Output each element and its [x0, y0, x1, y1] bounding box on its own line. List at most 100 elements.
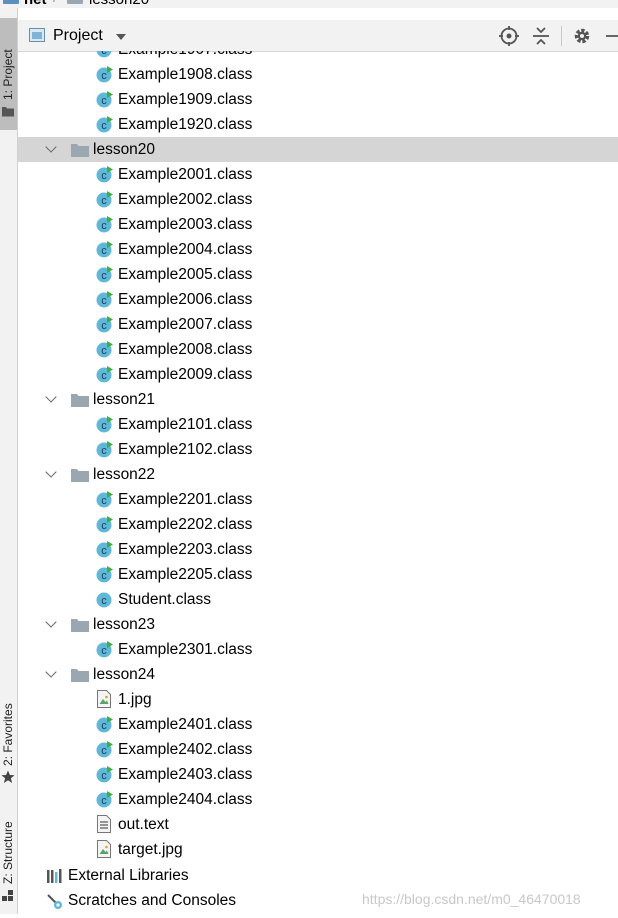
- file-row[interactable]: c Example2301.class: [18, 637, 618, 662]
- class-file-icon: c: [96, 66, 113, 83]
- chevron-down-icon[interactable]: [45, 616, 57, 628]
- file-row[interactable]: c Example2003.class: [18, 212, 618, 237]
- file-row[interactable]: c Example2005.class: [18, 262, 618, 287]
- folder-row[interactable]: lesson22: [18, 462, 618, 487]
- folder-icon: [71, 469, 89, 482]
- tree-item-label: Student.class: [118, 591, 212, 608]
- class-file-icon: c: [96, 266, 113, 283]
- svg-text:c: c: [101, 745, 107, 757]
- folder-row[interactable]: lesson20: [18, 137, 618, 162]
- class-file-icon: c: [96, 191, 113, 208]
- tree-item-label: Example2404.class: [118, 791, 253, 808]
- class-file-icon: c: [96, 241, 113, 258]
- class-file-icon: c: [96, 716, 113, 733]
- chevron-down-icon[interactable]: [116, 34, 126, 40]
- svg-text:c: c: [101, 770, 107, 782]
- structure-tool-button[interactable]: Z: Structure: [0, 800, 17, 910]
- image-file-icon: [97, 840, 111, 858]
- folder-row[interactable]: lesson24: [18, 662, 618, 687]
- tree-item-label: Example2203.class: [118, 541, 253, 558]
- svg-text:c: c: [101, 51, 107, 57]
- file-row[interactable]: c Example2203.class: [18, 537, 618, 562]
- folder-row[interactable]: lesson21: [18, 387, 618, 412]
- tree-item-label: Example1920.class: [118, 116, 253, 133]
- svg-text:c: c: [101, 545, 107, 557]
- favorites-tool-button[interactable]: 2: Favorites: [0, 686, 17, 786]
- file-row[interactable]: c Example2009.class: [18, 362, 618, 387]
- tree-item-label: lesson22: [93, 466, 156, 483]
- svg-text:c: c: [101, 245, 107, 257]
- class-file-icon: c: [96, 316, 113, 333]
- svg-text:c: c: [101, 270, 107, 282]
- svg-text:c: c: [101, 445, 107, 457]
- svg-text:c: c: [101, 570, 107, 582]
- external-libraries-label: External Libraries: [68, 867, 189, 884]
- svg-text:c: c: [101, 645, 107, 657]
- tree-item-label: Example1908.class: [118, 66, 253, 83]
- class-file-icon: c: [96, 51, 112, 58]
- class-file-icon: c: [96, 91, 113, 108]
- breadcrumb-item-net[interactable]: net: [24, 0, 47, 8]
- file-row[interactable]: c Example2102.class: [18, 437, 618, 462]
- breadcrumb-separator: /: [53, 0, 57, 7]
- svg-text:c: c: [101, 220, 107, 232]
- project-tree[interactable]: c Example1907.class c Example1908.class c Exa…: [18, 51, 618, 863]
- file-row[interactable]: c Example2404.class: [18, 787, 618, 812]
- class-file-icon: c: [96, 166, 113, 183]
- collapse-all-icon[interactable]: [530, 25, 552, 47]
- class-file-icon: c: [96, 641, 113, 658]
- breadcrumb-item-lesson20[interactable]: lesson20: [89, 0, 149, 8]
- file-row[interactable]: c Example2004.class: [18, 237, 618, 262]
- file-row[interactable]: c Example2008.class: [18, 337, 618, 362]
- file-row[interactable]: c Example2001.class: [18, 162, 618, 187]
- panel-title[interactable]: Project: [53, 27, 103, 45]
- tree-item-label: 1.jpg: [118, 691, 152, 708]
- chevron-down-icon[interactable]: [45, 141, 57, 153]
- file-row[interactable]: c Example1920.class: [18, 112, 618, 137]
- module-icon: [3, 0, 19, 4]
- file-row[interactable]: c Student.class: [18, 587, 618, 612]
- file-row[interactable]: c Example2205.class: [18, 562, 618, 587]
- file-row[interactable]: c Example1908.class: [18, 62, 618, 87]
- chevron-down-icon[interactable]: [45, 466, 57, 478]
- folder-row[interactable]: lesson23: [18, 612, 618, 637]
- file-row[interactable]: c Example2202.class: [18, 512, 618, 537]
- file-row[interactable]: c Example2201.class: [18, 487, 618, 512]
- chevron-down-icon[interactable]: [45, 666, 57, 678]
- gear-icon[interactable]: [571, 25, 593, 47]
- folder-icon: [71, 619, 89, 632]
- favorites-tool-label: 2: Favorites: [1, 703, 15, 766]
- file-row[interactable]: c Example2402.class: [18, 737, 618, 762]
- locate-icon[interactable]: [498, 25, 520, 47]
- external-libraries-item[interactable]: External Libraries: [18, 863, 618, 888]
- header-divider: [561, 26, 562, 46]
- tree-item-label: Example2004.class: [118, 241, 253, 258]
- tree-item-label: Example1907.class: [118, 51, 252, 59]
- file-row[interactable]: c Example2101.class: [18, 412, 618, 437]
- file-row[interactable]: c Example2401.class: [18, 712, 618, 737]
- file-row[interactable]: c Example1907.class: [18, 51, 618, 62]
- tree-item-label: Example1909.class: [118, 91, 253, 108]
- file-row[interactable]: target.jpg: [18, 837, 618, 862]
- svg-text:c: c: [101, 195, 107, 207]
- file-row[interactable]: out.text: [18, 812, 618, 837]
- file-row[interactable]: 1.jpg: [18, 687, 618, 712]
- folder-icon: [71, 144, 89, 157]
- file-row[interactable]: c Example2403.class: [18, 762, 618, 787]
- tree-item-label: target.jpg: [118, 841, 183, 858]
- folder-icon: [71, 394, 89, 407]
- file-row[interactable]: c Example2002.class: [18, 187, 618, 212]
- project-tool-button[interactable]: 1: Project: [0, 18, 17, 130]
- file-row[interactable]: c Example1909.class: [18, 87, 618, 112]
- file-row[interactable]: c Example2007.class: [18, 312, 618, 337]
- class-file-icon: c: [96, 566, 113, 583]
- file-row[interactable]: c Example2006.class: [18, 287, 618, 312]
- minimize-icon[interactable]: [602, 25, 618, 47]
- svg-text:c: c: [101, 320, 107, 332]
- tool-window-strip: 1: Project 2: Favorites Z: Structure: [0, 8, 18, 914]
- svg-text:c: c: [101, 520, 107, 532]
- chevron-down-icon[interactable]: [45, 391, 57, 403]
- svg-text:c: c: [101, 495, 107, 507]
- folder-icon: [67, 0, 83, 4]
- class-file-icon: c: [96, 766, 113, 783]
